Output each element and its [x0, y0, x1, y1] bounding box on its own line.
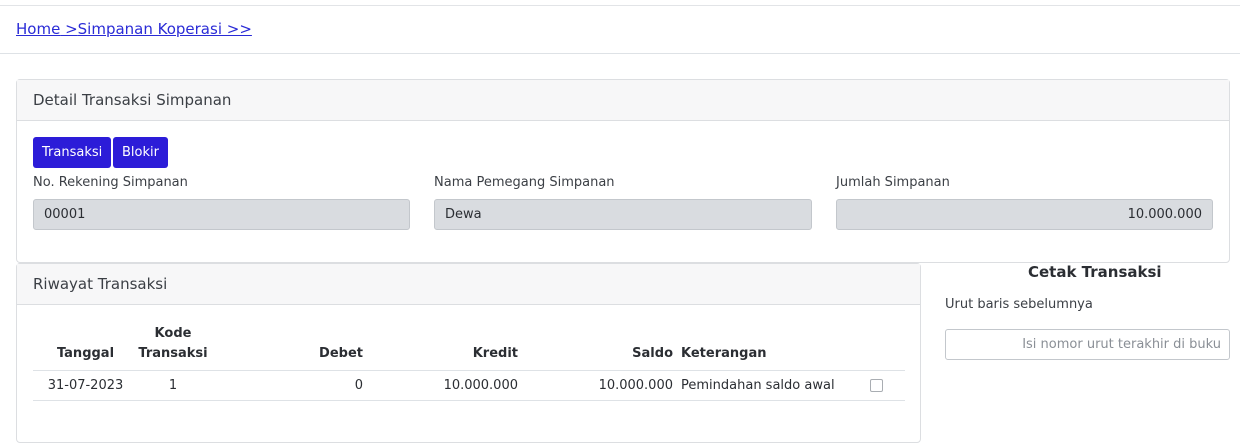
col-kredit: Kredit [363, 324, 518, 371]
col-tanggal: Tanggal [33, 324, 138, 371]
urut-baris-input[interactable] [945, 329, 1230, 360]
row-checkbox[interactable] [870, 379, 883, 392]
urut-baris-label: Urut baris sebelumnya [945, 297, 1093, 312]
table-row: 31-07-2023 1 0 10.000.000 10.000.000 Pem… [33, 370, 905, 401]
jumlah-label: Jumlah Simpanan [836, 175, 950, 190]
cell-select [848, 370, 905, 401]
breadcrumb-simpanan-koperasi[interactable]: Simpanan Koperasi [78, 20, 222, 38]
riwayat-card-header: Riwayat Transaksi [17, 264, 920, 305]
riwayat-transaksi-card: Riwayat Transaksi Tanggal Kode Transaksi … [16, 263, 921, 443]
cell-debet: 0 [208, 370, 363, 401]
breadcrumb-separator: > [60, 20, 78, 38]
col-select [848, 324, 905, 371]
breadcrumb-separator: >> [222, 20, 252, 38]
breadcrumb-bar: Home >Simpanan Koperasi >> [0, 6, 1240, 54]
col-keterangan: Keterangan [673, 324, 848, 371]
blokir-button[interactable]: Blokir [113, 137, 168, 168]
rekening-label: No. Rekening Simpanan [33, 175, 188, 190]
cell-tanggal: 31-07-2023 [33, 370, 138, 401]
table-header-row: Tanggal Kode Transaksi Debet Kredit Saldo… [33, 324, 905, 371]
riwayat-table: Tanggal Kode Transaksi Debet Kredit Saldo… [33, 324, 905, 401]
detail-card-header: Detail Transaksi Simpanan [17, 80, 1229, 121]
jumlah-field: 10.000.000 [836, 199, 1213, 230]
col-kode-line1: Kode [154, 326, 192, 341]
detail-transaksi-card: Detail Transaksi Simpanan Transaksi Blok… [16, 79, 1230, 263]
breadcrumb[interactable]: Home >Simpanan Koperasi >> [16, 20, 252, 38]
cetak-transaksi-title: Cetak Transaksi [1028, 263, 1162, 281]
col-kode-transaksi: Kode Transaksi [138, 324, 208, 371]
col-kode-line2: Transaksi [138, 346, 208, 361]
col-debet: Debet [208, 324, 363, 371]
breadcrumb-home[interactable]: Home [16, 20, 60, 38]
transaksi-button[interactable]: Transaksi [33, 137, 112, 168]
cell-kredit: 10.000.000 [363, 370, 518, 401]
cell-keterangan: Pemindahan saldo awal [673, 370, 848, 401]
nama-field: Dewa [434, 199, 812, 230]
cell-saldo: 10.000.000 [518, 370, 673, 401]
cell-kode: 1 [138, 370, 208, 401]
rekening-field: 00001 [33, 199, 410, 230]
col-saldo: Saldo [518, 324, 673, 371]
nama-label: Nama Pemegang Simpanan [434, 175, 615, 190]
